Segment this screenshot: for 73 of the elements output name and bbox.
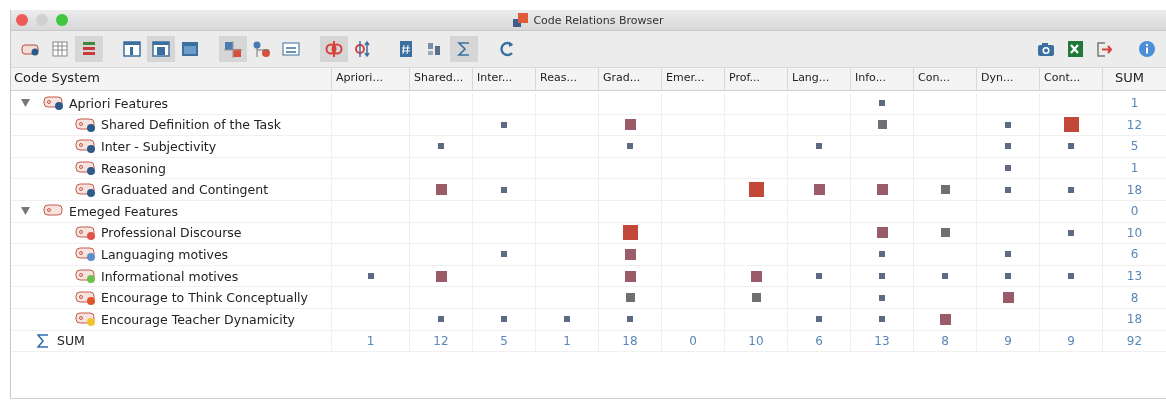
code-label[interactable]: Apriori Features (69, 95, 169, 111)
column-header[interactable]: Info... (850, 68, 913, 90)
pane-icon (180, 40, 200, 58)
sum-value: 8 (1130, 290, 1139, 305)
sum-value: 13 (874, 333, 890, 348)
toolbar-button[interactable] (219, 36, 247, 62)
nodes-icon (252, 40, 272, 58)
sum-value: 1 (1130, 96, 1139, 111)
window-title: Code Relations Browser (533, 13, 664, 27)
sum-value: 1 (366, 333, 375, 348)
sum-value: 12 (433, 333, 449, 348)
column-header[interactable]: Lang... (787, 68, 850, 90)
code-label[interactable]: Encourage Teacher Dynamicity (101, 311, 296, 327)
code-label[interactable]: Shared Definition of the Task (101, 117, 281, 133)
app-logo-icon (513, 13, 530, 27)
toolbar-button[interactable] (75, 36, 103, 62)
sum-value: 0 (689, 333, 697, 348)
sum-value: 1 (563, 333, 571, 348)
column-header[interactable]: Reas... (535, 68, 598, 90)
sum-value: 18 (622, 333, 638, 348)
expand-arrow[interactable] (21, 207, 33, 216)
code-label[interactable]: Languaging motives (101, 246, 229, 262)
sum-value: 8 (941, 333, 949, 348)
toolbar-button[interactable] (320, 36, 348, 62)
sum-value: 6 (1130, 247, 1139, 262)
pane-icon (151, 40, 171, 58)
sum-value: 10 (748, 333, 764, 348)
code-label[interactable]: Professional Discourse (101, 225, 242, 241)
pane-icon (122, 40, 142, 58)
sum-value: 9 (1067, 333, 1075, 348)
column-header[interactable]: Code System (11, 68, 331, 90)
column-header[interactable]: Prof... (724, 68, 787, 90)
squares-icon (223, 40, 243, 58)
column-header[interactable]: Shared... (409, 68, 472, 90)
sum-value: 18 (1126, 312, 1143, 327)
column-header[interactable]: Apriori... (331, 68, 409, 90)
column-header[interactable]: Emer... (661, 68, 724, 90)
toolbar-button[interactable] (147, 36, 175, 62)
sum-value: 12 (1126, 117, 1143, 132)
code-label[interactable]: Reasoning (101, 160, 166, 176)
expand-arrow[interactable] (21, 99, 33, 108)
spreadsheet-icon (1065, 40, 1085, 58)
column-header[interactable]: Dyn... (976, 68, 1039, 90)
sum-label: SUM (57, 333, 85, 349)
intersect-icon (324, 40, 344, 58)
table-icon (50, 40, 70, 58)
info-icon (1137, 40, 1157, 58)
export-icon (1094, 40, 1114, 58)
code-label[interactable]: Inter - Subjectivity (101, 139, 217, 154)
sum-value: 9 (1004, 333, 1012, 348)
close-button[interactable] (16, 14, 28, 26)
sum-value: 92 (1126, 333, 1143, 348)
sum-value: 10 (1126, 225, 1143, 240)
code-label[interactable]: Encourage to Think Conceptually (101, 290, 308, 306)
column-header[interactable]: Grad... (598, 68, 661, 90)
column-header[interactable]: Cont... (1039, 68, 1102, 90)
sum-value: 0 (1130, 204, 1139, 219)
code-label[interactable]: Emeged Features (69, 203, 179, 219)
sum-value: 5 (500, 333, 508, 348)
camera-icon (1036, 40, 1056, 58)
sigma-icon (37, 333, 49, 348)
column-header[interactable]: Con... (913, 68, 976, 90)
toolbar-button[interactable] (450, 36, 478, 62)
sum-value: 18 (1126, 182, 1143, 197)
sum-value: 1 (1130, 161, 1139, 176)
sum-value: 5 (1130, 139, 1139, 154)
sum-value: 6 (815, 333, 823, 348)
sort-icon (353, 40, 373, 58)
code-label[interactable]: Informational motives (101, 268, 239, 284)
column-header[interactable]: Inter... (472, 68, 535, 90)
column-header[interactable]: SUM (1102, 68, 1166, 90)
sum-value: 13 (1126, 269, 1143, 284)
code-label[interactable]: Graduated and Contingent (101, 182, 269, 198)
